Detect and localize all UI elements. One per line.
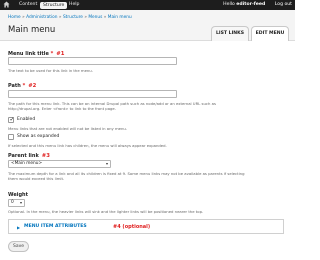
breadcrumb-separator: » (58, 15, 62, 20)
chevron-down-icon: ▾ (105, 161, 108, 166)
breadcrumb-separator: » (103, 15, 107, 20)
tab-list-links[interactable]: LIST LINKS (211, 26, 249, 41)
enabled-label: Enabled (17, 117, 36, 122)
weight-select[interactable]: 0 ▾ (8, 199, 25, 207)
breadcrumb-main-menu[interactable]: Main menu (108, 15, 132, 20)
parent-link-description-line-2: them would exceed this limit. (8, 176, 65, 181)
admin-toolbar: Content Structure Help Hello editor-feed… (0, 0, 295, 10)
parent-link-label: Parent link #3 (8, 153, 50, 159)
show-as-expanded-label: Show as expanded (17, 134, 60, 139)
weight-value: 0 (11, 200, 14, 205)
checkmark-icon: ✓ (9, 116, 15, 123)
weight-description: Optional. In the menu, the heavier links… (8, 209, 204, 214)
show-as-expanded-checkbox[interactable] (8, 134, 14, 140)
breadcrumb-structure[interactable]: Structure (63, 15, 83, 20)
annotation-4: #4 (optional) (113, 223, 151, 230)
menu-link-title-input[interactable] (8, 57, 177, 65)
save-button[interactable]: Save (8, 241, 29, 252)
toolbar-content-link[interactable]: Content (19, 2, 37, 8)
parent-label-text: Parent link (8, 153, 39, 159)
annotation-2: #2 (28, 83, 37, 89)
breadcrumb-separator: » (84, 15, 87, 20)
logout-link[interactable]: Log out (275, 2, 292, 7)
weight-label: Weight (8, 192, 28, 198)
show-as-expanded-description: If selected and this menu link has child… (8, 143, 167, 148)
annotation-3: #3 (41, 153, 50, 159)
menu-item-attributes-fieldset[interactable]: ▶ MENU ITEM ATTRIBUTES #4 (optional) (8, 219, 284, 234)
path-input[interactable] (8, 90, 177, 98)
path-label-text: Path (8, 83, 21, 89)
tab-edit-menu[interactable]: EDIT MENU (251, 26, 289, 41)
toolbar-help-link[interactable]: Help (69, 2, 79, 8)
breadcrumb-home[interactable]: Home (8, 15, 21, 20)
chevron-down-icon: ▾ (19, 200, 22, 205)
path-field-description-line-2: http://drupal.org. Enter <front> to link… (8, 106, 116, 111)
breadcrumb-menus[interactable]: Menus (88, 15, 102, 20)
home-icon[interactable] (3, 1, 10, 8)
title-field-description: The text to be used for this link in the… (8, 68, 93, 73)
breadcrumb-separator: » (22, 15, 25, 20)
hello-text: Hello (223, 2, 235, 7)
breadcrumb: Home » Administration » Structure » Menu… (8, 15, 132, 20)
expand-triangle-icon: ▶ (17, 224, 21, 230)
path-field-label: Path * #2 (8, 83, 36, 89)
toolbar-structure-link[interactable]: Structure (40, 1, 68, 9)
username-link[interactable]: editor-feed (236, 2, 265, 7)
breadcrumb-administration[interactable]: Administration (26, 15, 57, 20)
page-title: Main menu (8, 25, 56, 35)
toolbar-user-area: Hello editor-feed Log out (223, 2, 292, 8)
enabled-checkbox[interactable]: ✓ (8, 116, 15, 123)
parent-link-value: <Main menu> (11, 161, 43, 166)
enabled-description: Menu links that are not enabled will not… (8, 126, 128, 131)
parent-link-select[interactable]: <Main menu> ▾ (8, 160, 111, 168)
menu-item-attributes-summary[interactable]: MENU ITEM ATTRIBUTES (24, 224, 87, 229)
required-marker: * (22, 83, 26, 89)
